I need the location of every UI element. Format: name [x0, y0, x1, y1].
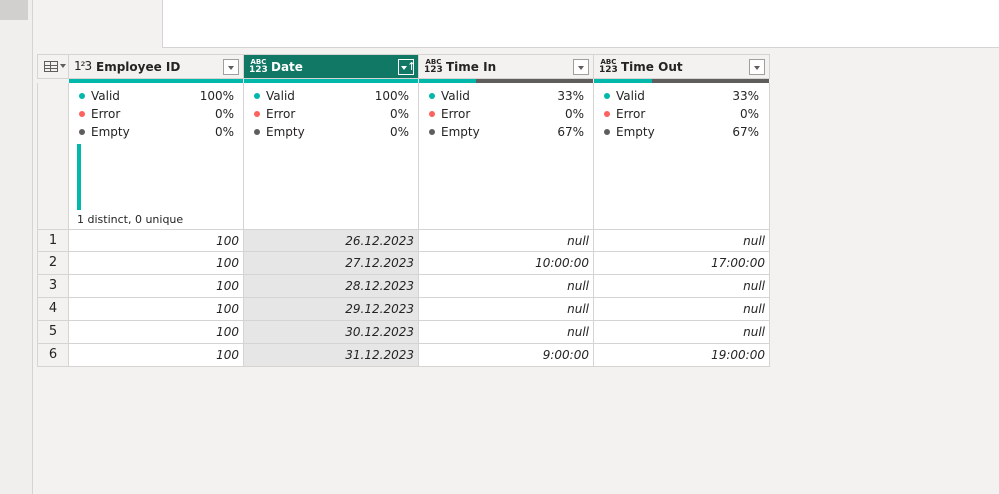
- formula-area[interactable]: [162, 0, 999, 48]
- cell-employee-id[interactable]: 100: [69, 252, 244, 275]
- column-header-time-out[interactable]: ABC 123 Time Out: [594, 54, 770, 79]
- error-stat: Error 0%: [79, 107, 234, 124]
- distribution-label: 1 distinct, 0 unique: [77, 213, 184, 226]
- left-rail: [0, 0, 33, 494]
- cell-employee-id[interactable]: 100: [69, 344, 244, 367]
- cell-employee-id[interactable]: 100: [69, 229, 244, 252]
- cell-time-out[interactable]: null: [594, 298, 770, 321]
- cell-time-in[interactable]: null: [419, 275, 594, 298]
- cell-time-out[interactable]: null: [594, 229, 770, 252]
- column-filter-button[interactable]: [749, 59, 765, 75]
- valid-dot-icon: [604, 93, 610, 99]
- cell-date[interactable]: 27.12.2023: [244, 252, 419, 275]
- error-dot-icon: [254, 111, 260, 117]
- cell-date[interactable]: 30.12.2023: [244, 321, 419, 344]
- chevron-down-icon: [228, 66, 234, 70]
- cell-employee-id[interactable]: 100: [69, 275, 244, 298]
- column-profile-time-in: Valid 33% Error 0% Empty 67%: [419, 83, 594, 229]
- valid-stat: Valid 33%: [604, 89, 759, 106]
- table-menu-button[interactable]: [37, 54, 69, 79]
- column-profile-time-out: Valid 33% Error 0% Empty 67%: [594, 83, 770, 229]
- column-profile-row: Valid 100% Error 0% Empty 0% 1 distinct, 0 …: [37, 83, 770, 229]
- column-header-employee-id[interactable]: 1²3 Employee ID: [69, 54, 244, 79]
- profile-corner: [37, 83, 69, 229]
- empty-stat: Empty 67%: [604, 125, 759, 142]
- chevron-down-icon: [60, 64, 66, 68]
- cell-time-in[interactable]: 9:00:00: [419, 344, 594, 367]
- valid-dot-icon: [429, 93, 435, 99]
- column-header-time-in[interactable]: ABC 123 Time In: [419, 54, 594, 79]
- error-stat: Error 0%: [429, 107, 584, 124]
- error-stat: Error 0%: [604, 107, 759, 124]
- column-header-date[interactable]: ABC 123 Date ↑: [244, 54, 419, 79]
- whole-number-type-icon[interactable]: 1²3: [74, 59, 92, 73]
- row-number[interactable]: 1: [37, 229, 69, 252]
- row-number[interactable]: 4: [37, 298, 69, 321]
- valid-dot-icon: [79, 93, 85, 99]
- empty-dot-icon: [254, 129, 260, 135]
- valid-stat: Valid 33%: [429, 89, 584, 106]
- chevron-down-icon: [754, 66, 760, 70]
- queries-pane-toggle[interactable]: [0, 0, 28, 20]
- valid-stat: Valid 100%: [79, 89, 234, 106]
- error-stat: Error 0%: [254, 107, 409, 124]
- sort-ascending-icon: ↑: [407, 60, 417, 73]
- cell-time-in[interactable]: null: [419, 229, 594, 252]
- empty-stat: Empty 0%: [79, 125, 234, 142]
- any-type-icon[interactable]: ABC 123: [599, 58, 618, 75]
- cell-time-out[interactable]: 19:00:00: [594, 344, 770, 367]
- empty-stat: Empty 0%: [254, 125, 409, 142]
- cell-employee-id[interactable]: 100: [69, 321, 244, 344]
- cell-time-out[interactable]: null: [594, 275, 770, 298]
- cell-date[interactable]: 31.12.2023: [244, 344, 419, 367]
- empty-stat: Empty 67%: [429, 125, 584, 142]
- column-filter-button[interactable]: ↑: [398, 59, 417, 75]
- valid-dot-icon: [254, 93, 260, 99]
- row-number[interactable]: 6: [37, 344, 69, 367]
- cell-date[interactable]: 28.12.2023: [244, 275, 419, 298]
- cell-time-in[interactable]: 10:00:00: [419, 252, 594, 275]
- column-name: Time In: [446, 60, 497, 74]
- cell-date[interactable]: 29.12.2023: [244, 298, 419, 321]
- table-row: 2 100 27.12.2023 10:00:00 17:00:00: [37, 252, 770, 275]
- column-profile-date: Valid 100% Error 0% Empty 0%: [244, 83, 419, 229]
- table-row: 3 100 28.12.2023 null null: [37, 275, 770, 298]
- row-number[interactable]: 3: [37, 275, 69, 298]
- empty-dot-icon: [429, 129, 435, 135]
- empty-dot-icon: [604, 129, 610, 135]
- any-type-icon[interactable]: ABC 123: [424, 58, 443, 75]
- error-dot-icon: [429, 111, 435, 117]
- table-row: 1 100 26.12.2023 null null: [37, 229, 770, 252]
- row-number[interactable]: 2: [37, 252, 69, 275]
- valid-stat: Valid 100%: [254, 89, 409, 106]
- row-number[interactable]: 5: [37, 321, 69, 344]
- header-row: 1²3 Employee ID ABC 123 Date ↑ ABC 123 Tim…: [37, 54, 770, 79]
- cell-employee-id[interactable]: 100: [69, 298, 244, 321]
- chevron-down-icon: [578, 66, 584, 70]
- cell-time-in[interactable]: null: [419, 298, 594, 321]
- table-row: 4 100 29.12.2023 null null: [37, 298, 770, 321]
- value-distribution-bar[interactable]: [77, 144, 81, 210]
- any-type-icon[interactable]: ABC 123: [249, 58, 268, 75]
- error-dot-icon: [604, 111, 610, 117]
- column-name: Date: [271, 60, 303, 74]
- table-row: 6 100 31.12.2023 9:00:00 19:00:00: [37, 344, 770, 367]
- error-dot-icon: [79, 111, 85, 117]
- column-profile-employee-id: Valid 100% Error 0% Empty 0% 1 distinct, 0 …: [69, 83, 244, 229]
- table-icon: [44, 61, 58, 72]
- cell-date[interactable]: 26.12.2023: [244, 229, 419, 252]
- cell-time-in[interactable]: null: [419, 321, 594, 344]
- cell-time-out[interactable]: null: [594, 321, 770, 344]
- column-filter-button[interactable]: [223, 59, 239, 75]
- column-name: Time Out: [621, 60, 683, 74]
- empty-dot-icon: [79, 129, 85, 135]
- column-name: Employee ID: [96, 60, 181, 74]
- table-row: 5 100 30.12.2023 null null: [37, 321, 770, 344]
- cell-time-out[interactable]: 17:00:00: [594, 252, 770, 275]
- column-filter-button[interactable]: [573, 59, 589, 75]
